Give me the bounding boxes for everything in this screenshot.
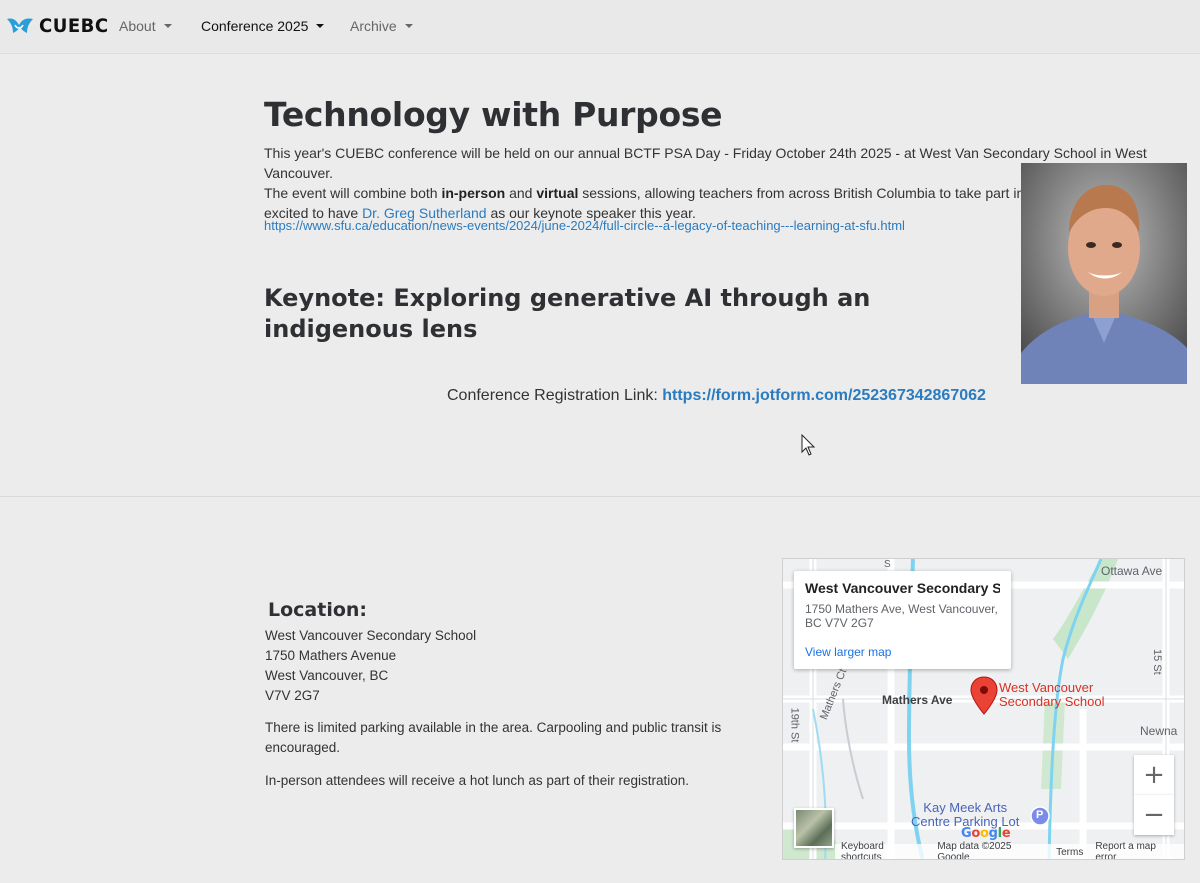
map-marker-label: West Vancouver Secondary School [999,681,1105,709]
google-map-embed[interactable]: West Vancouver Secondary S... 1750 Mathe… [782,558,1185,860]
map-label-newna: Newna [1140,724,1178,738]
page-title: Technology with Purpose [264,95,723,134]
poi-label-line: Kay Meek Arts [923,800,1008,815]
registration-label: Conference Registration Link: [447,387,663,404]
keyboard-shortcuts-link[interactable]: Keyboard shortcuts [841,841,925,859]
brand-logo-link[interactable]: CUEBC [5,12,112,40]
mouse-cursor-icon [801,434,816,456]
google-logo: Google [961,826,1011,841]
nav-archive-dropdown[interactable]: Archive [350,18,413,34]
marker-label-line: West Vancouver [999,680,1094,695]
report-error-link[interactable]: Report a map error [1095,841,1178,859]
parking-note: There is limited parking available in th… [265,720,722,755]
chevron-down-icon [404,24,413,28]
chevron-down-icon [316,24,325,28]
map-info-card: West Vancouver Secondary S... 1750 Mathe… [794,571,1011,669]
map-footer: Keyboard shortcuts Map data ©2025 Google… [835,841,1184,860]
map-label-19th: 19th St [788,707,801,743]
view-larger-map-link[interactable]: View larger map [805,645,1000,659]
zoom-out-button[interactable]: − [1134,795,1174,835]
keynote-heading: Keynote: Exploring generative AI through… [264,284,871,343]
chevron-down-icon [163,24,172,28]
nav-about-label: About [119,18,156,34]
nav-conference-label: Conference 2025 [201,18,309,34]
navbar: CUEBC About Conference 2025 Archive [0,0,1200,54]
nav-archive-label: Archive [350,18,397,34]
marker-label-line: Secondary School [999,694,1105,709]
cuebc-logo-icon [7,18,33,33]
intro-text-line1: This year's CUEBC conference will be hel… [264,145,1147,181]
satellite-toggle-button[interactable] [794,808,834,848]
nav-conference-dropdown[interactable]: Conference 2025 [201,18,325,34]
map-label-ottawa: Ottawa Ave [1101,564,1163,578]
map-label-s: S [884,559,891,570]
zoom-in-button[interactable]: + [1134,755,1174,795]
in-person-bold: in-person [441,185,506,201]
section-divider [0,496,1200,497]
speaker-portrait-image [1021,163,1187,384]
map-label-mathers: Mathers Ave [882,693,953,707]
address-line: 1750 Mathers Avenue [265,648,397,663]
location-heading: Location: [268,599,368,621]
terms-link[interactable]: Terms [1056,847,1083,858]
map-poi-label: Kay Meek Arts Centre Parking Lot [911,801,1019,829]
address-line: West Vancouver, BC [265,668,389,683]
speaker-photo [1021,163,1187,384]
address-line: West Vancouver Secondary School [265,628,477,643]
nav-about-dropdown[interactable]: About [119,18,172,34]
registration-line: Conference Registration Link: https://fo… [447,387,986,405]
map-label-15th: 15 St [1151,649,1163,675]
intro-text: The event will combine both [264,185,442,201]
registration-link[interactable]: https://form.jotform.com/252367342867062 [662,387,986,404]
lunch-note: In-person attendees will receive a hot l… [265,773,689,788]
address-line: V7V 2G7 [265,688,320,703]
intro-text: and [505,185,537,201]
location-address: West Vancouver Secondary School 1750 Mat… [265,626,476,706]
sfu-article-link[interactable]: https://www.sfu.ca/education/news-events… [264,218,905,233]
map-data-credit: Map data ©2025 Google [937,841,1012,860]
virtual-bold: virtual [536,185,579,201]
parking-icon: P [1036,809,1044,821]
map-place-address: 1750 Mathers Ave, West Vancouver, BC V7V… [805,602,998,630]
map-place-name: West Vancouver Secondary S... [805,580,1000,596]
brand-name: CUEBC [39,15,109,37]
